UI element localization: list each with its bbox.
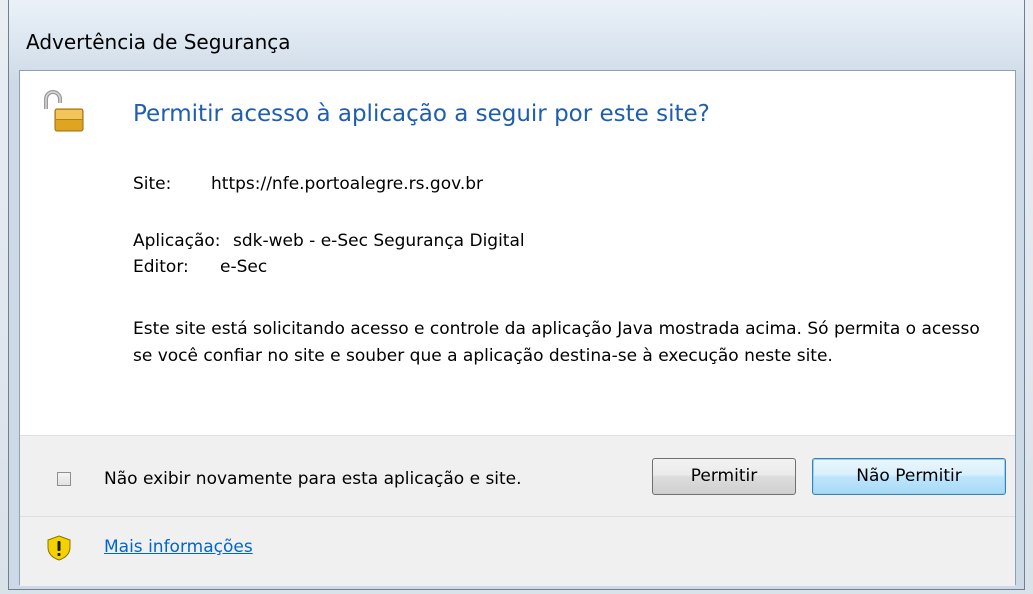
application-value: sdk-web - e-Sec Segurança Digital	[233, 231, 525, 251]
deny-button[interactable]: Não Permitir	[812, 458, 1006, 495]
window-title: Advertência de Segurança	[26, 30, 291, 54]
dialog-content: Permitir acesso à aplicação a seguir por…	[20, 71, 1015, 435]
allow-button[interactable]: Permitir	[652, 458, 796, 495]
security-warning-dialog: Advertência de Segurança Permitir acesso…	[8, 0, 1025, 590]
site-label: Site:	[133, 174, 172, 194]
title-bar[interactable]: Advertência de Segurança	[9, 0, 1024, 80]
more-info-bar: Mais informações	[20, 516, 1015, 586]
site-value: https://nfe.portoalegre.rs.gov.br	[211, 174, 484, 194]
application-label: Aplicação:	[133, 231, 221, 251]
dialog-client-area: Permitir acesso à aplicação a seguir por…	[19, 70, 1016, 586]
dialog-heading: Permitir acesso à aplicação a seguir por…	[133, 101, 710, 127]
dialog-button-bar: Não exibir novamente para esta aplicação…	[20, 435, 1015, 517]
dont-show-again-label[interactable]: Não exibir novamente para esta aplicação…	[104, 469, 522, 489]
publisher-value: e-Sec	[220, 257, 268, 277]
publisher-label: Editor:	[133, 257, 189, 277]
dont-show-again-checkbox[interactable]	[57, 472, 71, 486]
unlocked-padlock-icon	[42, 89, 86, 133]
description-text: Este site está solicitando acesso e cont…	[133, 319, 980, 366]
warning-shield-icon	[46, 535, 72, 561]
more-info-link[interactable]: Mais informações	[104, 537, 253, 557]
